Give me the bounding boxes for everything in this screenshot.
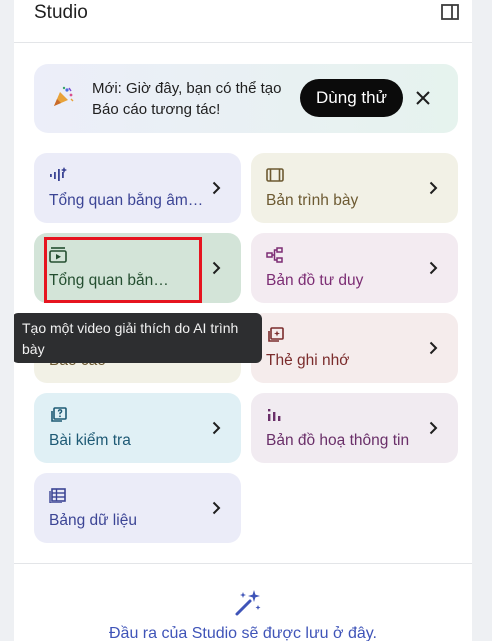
mind-map-icon [266,247,283,263]
infographic-icon [268,409,281,421]
tile-data-table[interactable]: Bảng dữ liệu [34,473,241,543]
audio-waveform-icon [50,167,67,181]
chevron-right-icon [212,181,221,195]
tile-label: Bản trình bày [266,192,359,209]
page-title: Studio [34,2,88,23]
tile-label: Tổng quan bằng âm thanh [49,192,204,209]
try-button[interactable]: Dùng thử [300,79,403,117]
tile-quiz[interactable]: Bài kiểm tra [34,393,241,463]
chevron-right-icon [212,421,221,435]
chevron-right-icon [429,261,438,275]
tooltip: Tạo một video giải thích do AI trình bày [14,313,262,363]
slides-icon [266,168,284,182]
studio-empty-text: Đầu ra của Studio sẽ được lưu ở đây. [108,625,377,641]
studio-panel: Studio Mới: Giờ đây, bạn có thể tạo Báo … [14,0,472,641]
new-feature-banner: Mới: Giờ đây, bạn có thể tạo Báo cáo tươ… [34,64,458,133]
chevron-right-icon [212,261,221,275]
banner-text: Mới: Giờ đây, bạn có thể tạo Báo cáo tươ… [92,80,282,118]
tile-flashcards[interactable]: Thẻ ghi nhớ [251,313,458,383]
chevron-right-icon [212,501,221,515]
video-icon [49,247,67,263]
tile-infographic[interactable]: Bản đồ hoạ thông tin [251,393,458,463]
tile-label: Bản đồ hoạ thông tin [266,432,410,449]
tile-slides[interactable]: Bản trình bày [251,153,458,223]
tile-label: Bảng dữ liệu [49,512,137,529]
flashcards-icon [268,327,284,342]
tile-label: Bản đồ tư duy [266,272,364,289]
magic-wand-icon [235,590,261,616]
tile-mind-map[interactable]: Bản đồ tư duy [251,233,458,303]
studio-header: Studio [14,0,472,43]
data-table-icon [49,488,66,503]
panel-toggle-icon[interactable] [441,4,459,20]
chevron-right-icon [429,181,438,195]
tile-label: Bài kiểm tra [49,432,131,449]
divider [14,563,472,564]
chevron-right-icon [429,341,438,355]
tile-audio-overview[interactable]: Tổng quan bằng âm thanh [34,153,241,223]
tile-label: Thẻ ghi nhớ [266,352,350,369]
tile-video-overview[interactable]: Tổng quan bằng video [34,233,241,303]
close-icon[interactable] [415,90,431,106]
party-popper-icon [54,86,74,106]
chevron-right-icon [429,421,438,435]
tile-label: Tổng quan bằng video [49,272,177,289]
quiz-icon [51,407,67,422]
